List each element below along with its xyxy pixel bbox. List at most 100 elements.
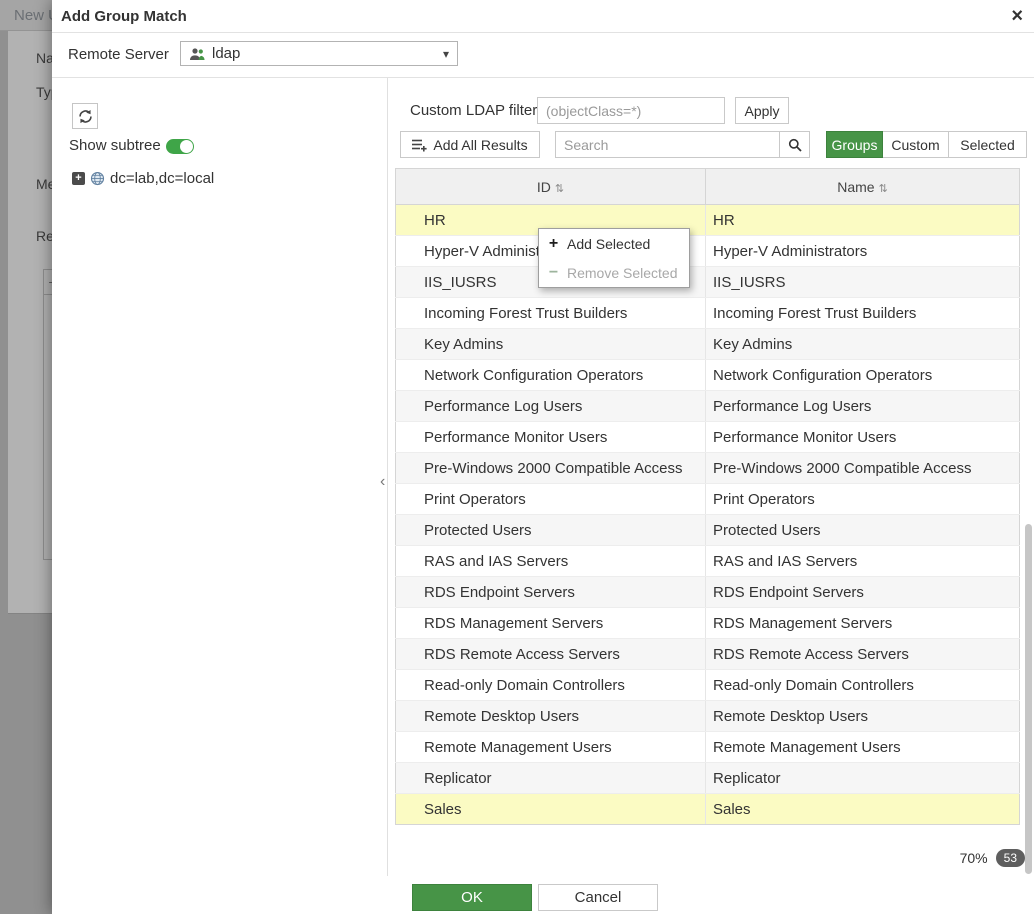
row-name-cell[interactable]: RDS Endpoint Servers xyxy=(706,577,1020,608)
row-name-cell[interactable]: Pre-Windows 2000 Compatible Access xyxy=(706,453,1020,484)
row-id-cell[interactable]: Remote Desktop Users xyxy=(396,701,706,732)
row-id-cell[interactable]: Key Admins xyxy=(396,329,706,360)
row-id-cell[interactable]: Network Configuration Operators xyxy=(396,360,706,391)
ldap-server-icon xyxy=(189,47,205,61)
search-button[interactable] xyxy=(779,131,810,158)
row-name-cell[interactable]: Performance Monitor Users xyxy=(706,422,1020,453)
row-name-cell[interactable]: Read-only Domain Controllers xyxy=(706,670,1020,701)
row-id-cell[interactable]: Read-only Domain Controllers xyxy=(396,670,706,701)
row-id-cell[interactable]: Incoming Forest Trust Builders xyxy=(396,298,706,329)
domain-globe-icon xyxy=(90,171,105,186)
row-id-cell[interactable]: Replicator xyxy=(396,763,706,794)
table-row[interactable]: RDS Management ServersRDS Management Ser… xyxy=(396,608,1020,639)
custom-ldap-filter-label: Custom LDAP filter xyxy=(410,102,537,119)
row-name-cell[interactable]: Performance Log Users xyxy=(706,391,1020,422)
apply-button[interactable]: Apply xyxy=(735,97,789,124)
table-header-row: ID ⇅ Name⇅ xyxy=(396,169,1020,205)
row-name-cell[interactable]: IIS_IUSRS xyxy=(706,267,1020,298)
row-id-cell[interactable]: Protected Users xyxy=(396,515,706,546)
search-input[interactable] xyxy=(555,131,780,158)
vertical-scrollbar-thumb[interactable] xyxy=(1025,524,1032,874)
add-all-results-button[interactable]: Add All Results xyxy=(400,131,540,158)
loaded-percent: 70% xyxy=(960,850,988,866)
row-id-cell[interactable]: RDS Management Servers xyxy=(396,608,706,639)
table-row[interactable]: Read-only Domain ControllersRead-only Do… xyxy=(396,670,1020,701)
table-row[interactable]: Remote Desktop UsersRemote Desktop Users xyxy=(396,701,1020,732)
row-name-cell[interactable]: Remote Desktop Users xyxy=(706,701,1020,732)
plus-icon: + xyxy=(547,235,560,253)
table-row[interactable]: Print OperatorsPrint Operators xyxy=(396,484,1020,515)
row-name-cell[interactable]: Print Operators xyxy=(706,484,1020,515)
table-row[interactable]: Protected UsersProtected Users xyxy=(396,515,1020,546)
tree-node-label: dc=lab,dc=local xyxy=(110,170,214,187)
refresh-button[interactable] xyxy=(72,103,98,129)
row-name-cell[interactable]: RDS Remote Access Servers xyxy=(706,639,1020,670)
table-row[interactable]: SalesSales xyxy=(396,794,1020,825)
column-header-name[interactable]: Name⇅ xyxy=(706,169,1020,205)
table-row[interactable]: ReplicatorReplicator xyxy=(396,763,1020,794)
row-name-cell[interactable]: RDS Management Servers xyxy=(706,608,1020,639)
ok-button[interactable]: OK xyxy=(412,884,532,911)
table-row[interactable]: HRHR xyxy=(396,205,1020,236)
row-name-cell[interactable]: Key Admins xyxy=(706,329,1020,360)
collapse-panel-icon[interactable]: ‹ xyxy=(380,473,385,491)
list-add-icon xyxy=(412,138,427,152)
table-row[interactable]: IIS_IUSRSIIS_IUSRS xyxy=(396,267,1020,298)
sort-icon: ⇅ xyxy=(555,183,564,195)
row-context-menu: + Add Selected − Remove Selected xyxy=(538,228,690,288)
row-name-cell[interactable]: HR xyxy=(706,205,1020,236)
row-name-cell[interactable]: Sales xyxy=(706,794,1020,825)
table-row[interactable]: Performance Monitor UsersPerformance Mon… xyxy=(396,422,1020,453)
close-icon[interactable]: × xyxy=(1011,3,1023,29)
tab-selected[interactable]: Selected xyxy=(949,131,1027,158)
dialog-title: Add Group Match xyxy=(61,8,187,25)
tab-custom[interactable]: Custom xyxy=(883,131,949,158)
row-id-cell[interactable]: Sales xyxy=(396,794,706,825)
add-all-results-label: Add All Results xyxy=(433,137,527,153)
table-row[interactable]: RAS and IAS ServersRAS and IAS Servers xyxy=(396,546,1020,577)
groups-table: ID ⇅ Name⇅ HRHRHyper-V AdministratorsHype… xyxy=(395,168,1019,825)
row-name-cell[interactable]: Replicator xyxy=(706,763,1020,794)
sort-icon: ⇅ xyxy=(879,183,888,195)
table-row[interactable]: Incoming Forest Trust BuildersIncoming F… xyxy=(396,298,1020,329)
table-row[interactable]: Key AdminsKey Admins xyxy=(396,329,1020,360)
remove-selected-label: Remove Selected xyxy=(567,265,678,281)
row-id-cell[interactable]: Pre-Windows 2000 Compatible Access xyxy=(396,453,706,484)
remote-server-value: ldap xyxy=(212,45,443,62)
row-name-cell[interactable]: Remote Management Users xyxy=(706,732,1020,763)
table-row[interactable]: Remote Management UsersRemote Management… xyxy=(396,732,1020,763)
tree-node-root[interactable]: + dc=lab,dc=local xyxy=(72,170,214,187)
group-table-body: HRHRHyper-V AdministratorsHyper-V Admini… xyxy=(396,205,1020,825)
row-name-cell[interactable]: Hyper-V Administrators xyxy=(706,236,1020,267)
show-subtree-toggle[interactable] xyxy=(166,139,194,154)
table-row[interactable]: Performance Log UsersPerformance Log Use… xyxy=(396,391,1020,422)
search-icon xyxy=(788,138,802,152)
row-name-cell[interactable]: Incoming Forest Trust Builders xyxy=(706,298,1020,329)
row-id-cell[interactable]: RDS Remote Access Servers xyxy=(396,639,706,670)
table-row[interactable]: RDS Endpoint ServersRDS Endpoint Servers xyxy=(396,577,1020,608)
row-id-cell[interactable]: Remote Management Users xyxy=(396,732,706,763)
panel-splitter xyxy=(387,78,388,876)
row-id-cell[interactable]: RAS and IAS Servers xyxy=(396,546,706,577)
table-row[interactable]: Hyper-V AdministratorsHyper-V Administra… xyxy=(396,236,1020,267)
separator xyxy=(52,77,1034,78)
row-id-cell[interactable]: Performance Monitor Users xyxy=(396,422,706,453)
column-header-id[interactable]: ID ⇅ xyxy=(396,169,706,205)
ldap-filter-input[interactable] xyxy=(537,97,725,124)
table-row[interactable]: Network Configuration OperatorsNetwork C… xyxy=(396,360,1020,391)
row-id-cell[interactable]: Performance Log Users xyxy=(396,391,706,422)
row-id-cell[interactable]: RDS Endpoint Servers xyxy=(396,577,706,608)
row-name-cell[interactable]: RAS and IAS Servers xyxy=(706,546,1020,577)
show-subtree-label: Show subtree xyxy=(69,137,161,154)
remote-server-dropdown[interactable]: ldap ▾ xyxy=(180,41,458,66)
row-id-cell[interactable]: Print Operators xyxy=(396,484,706,515)
cancel-button[interactable]: Cancel xyxy=(538,884,658,911)
row-name-cell[interactable]: Protected Users xyxy=(706,515,1020,546)
menu-item-add-selected[interactable]: + Add Selected xyxy=(539,229,689,258)
table-row[interactable]: RDS Remote Access ServersRDS Remote Acce… xyxy=(396,639,1020,670)
tree-expand-icon[interactable]: + xyxy=(72,172,85,185)
tab-groups[interactable]: Groups xyxy=(826,131,883,158)
row-name-cell[interactable]: Network Configuration Operators xyxy=(706,360,1020,391)
column-id-label: ID xyxy=(537,179,551,195)
table-row[interactable]: Pre-Windows 2000 Compatible AccessPre-Wi… xyxy=(396,453,1020,484)
